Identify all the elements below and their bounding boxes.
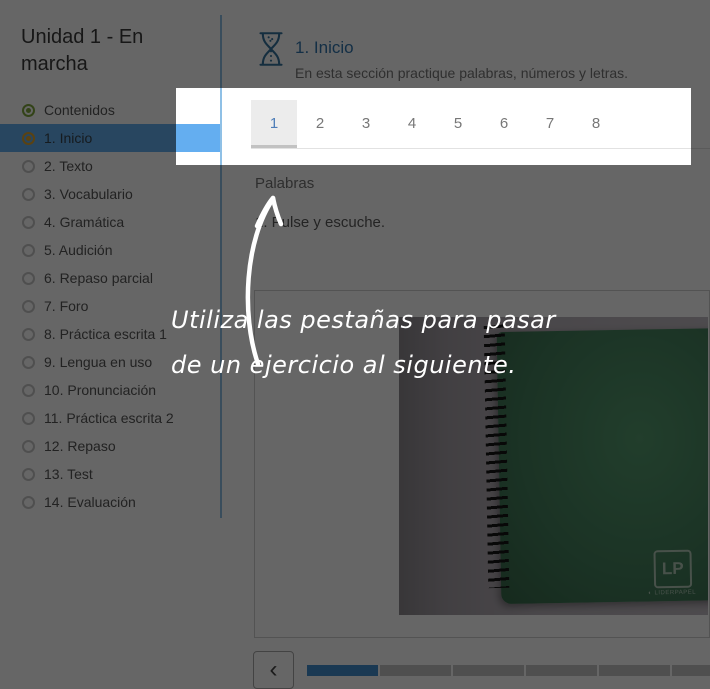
sidebar-item[interactable]: 4. Gramática (0, 208, 220, 236)
sidebar-item-label: Contenidos (44, 102, 115, 118)
sidebar-item-label: 7. Foro (44, 298, 88, 314)
sidebar-item-label: 13. Test (44, 466, 93, 482)
status-bullet-icon (22, 216, 35, 229)
status-bullet-icon (22, 244, 35, 257)
sidebar-item-label: 5. Audición (44, 242, 113, 258)
status-bullet-icon (22, 412, 35, 425)
sidebar-item[interactable]: 11. Práctica escrita 2 (0, 404, 220, 432)
progress-segment[interactable] (599, 665, 670, 676)
unit-title: Unidad 1 - En marcha (21, 24, 196, 78)
sidebar-item-label: 3. Vocabulario (44, 186, 133, 202)
section-title: 1. Inicio (295, 38, 354, 58)
sidebar-item-label: 6. Repaso parcial (44, 270, 153, 286)
status-bullet-icon (22, 356, 35, 369)
status-bullet-icon (22, 300, 35, 313)
sidebar-item[interactable]: 10. Pronunciación (0, 376, 220, 404)
tutorial-arrow-icon (233, 186, 297, 376)
status-bullet-icon (22, 272, 35, 285)
status-bullet-icon (22, 132, 35, 145)
hourglass-icon (257, 31, 285, 67)
status-bullet-icon (22, 328, 35, 341)
sidebar-item-label: 12. Repaso (44, 438, 116, 454)
sidebar-item[interactable]: 13. Test (0, 460, 220, 488)
status-bullet-icon (22, 384, 35, 397)
notebook-image: LP ◐ LIDERPAPEL (497, 328, 708, 604)
progress-segment[interactable] (526, 665, 597, 676)
tutorial-tip-line1: Utiliza las pestañas para pasar (171, 306, 556, 334)
status-bullet-icon (22, 104, 35, 117)
progress-segment[interactable] (380, 665, 451, 676)
sidebar-item[interactable]: 3. Vocabulario (0, 180, 220, 208)
sidebar-item[interactable]: 12. Repaso (0, 432, 220, 460)
status-bullet-icon (22, 188, 35, 201)
sidebar-item[interactable]: 5. Audición (0, 236, 220, 264)
status-bullet-icon (22, 468, 35, 481)
progress-segment[interactable] (307, 665, 378, 676)
sidebar-item-label: 4. Gramática (44, 214, 124, 230)
sidebar-item[interactable]: 14. Evaluación (0, 488, 220, 516)
sidebar-item-label: 8. Práctica escrita 1 (44, 326, 167, 342)
section-subtitle: En esta sección practique palabras, núme… (295, 65, 628, 81)
notebook-logo: LP (653, 550, 692, 589)
back-icon: ‹ (270, 656, 278, 683)
progress-segment[interactable] (672, 665, 710, 676)
tutorial-spotlight-overlay[interactable] (176, 88, 691, 165)
status-bullet-icon (22, 440, 35, 453)
sidebar-item-label: 1. Inicio (44, 130, 92, 146)
status-bullet-icon (22, 160, 35, 173)
course-player-page: Unidad 1 - En marcha Contenidos 1. Inici… (0, 0, 710, 689)
sidebar-item-label: 2. Texto (44, 158, 93, 174)
progress-segment[interactable] (453, 665, 524, 676)
notebook-brand: ◐ LIDERPAPEL (648, 590, 696, 597)
sidebar-item-label: 14. Evaluación (44, 494, 136, 510)
status-bullet-icon (22, 496, 35, 509)
sidebar-item[interactable]: 6. Repaso parcial (0, 264, 220, 292)
sidebar-item-label: 11. Práctica escrita 2 (44, 410, 174, 426)
progress-bar (307, 665, 710, 676)
back-button[interactable]: ‹ (253, 651, 294, 689)
tutorial-tip-line2: de un ejercicio al siguiente. (171, 351, 516, 379)
sidebar-item-label: 9. Lengua en uso (44, 354, 152, 370)
sidebar-item-label: 10. Pronunciación (44, 382, 156, 398)
